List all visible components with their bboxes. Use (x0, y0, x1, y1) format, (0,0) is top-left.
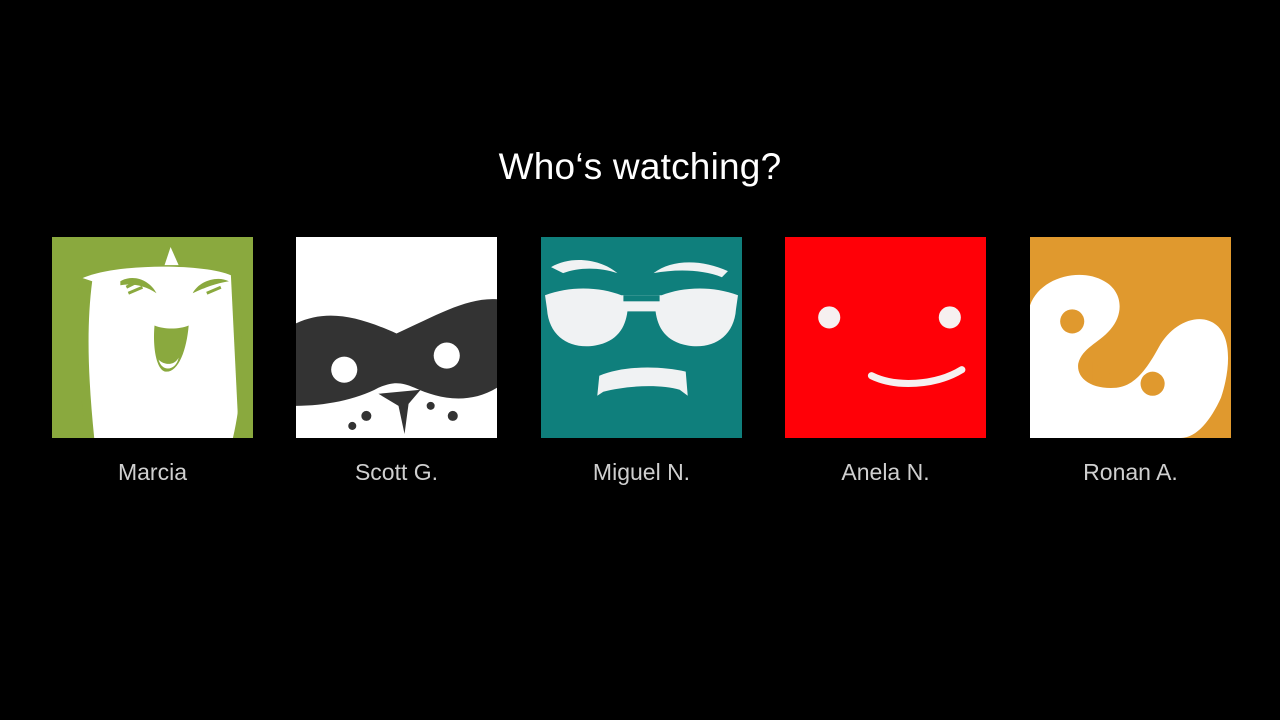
green-laughing-face-icon[interactable] (52, 237, 253, 438)
profile-miguel-n[interactable]: Miguel N. (541, 237, 742, 486)
profile-name: Anela N. (841, 459, 930, 485)
profile-name: Marcia (117, 459, 187, 485)
profile-anela-n[interactable]: Anela N. (785, 237, 986, 486)
raccoon-mask-face-icon[interactable] (296, 237, 497, 438)
profile-marcia[interactable]: Marcia (52, 237, 253, 486)
profile-selection-screen: Who‘s watching? Marcia Scott G. Miguel N… (0, 0, 1280, 720)
profile-name: Ronan A. (1083, 459, 1178, 485)
profile-name: Miguel N. (592, 459, 691, 485)
page-title: Who‘s watching? (498, 146, 782, 187)
profile-ronan-a[interactable]: Ronan A. (1030, 237, 1231, 486)
profile-name: Scott G. (354, 459, 439, 485)
penguin-face-icon[interactable] (1030, 237, 1231, 438)
profile-scott-g[interactable]: Scott G. (296, 237, 497, 486)
red-smile-face-icon[interactable] (785, 237, 986, 438)
sunglasses-face-icon[interactable] (541, 237, 742, 438)
